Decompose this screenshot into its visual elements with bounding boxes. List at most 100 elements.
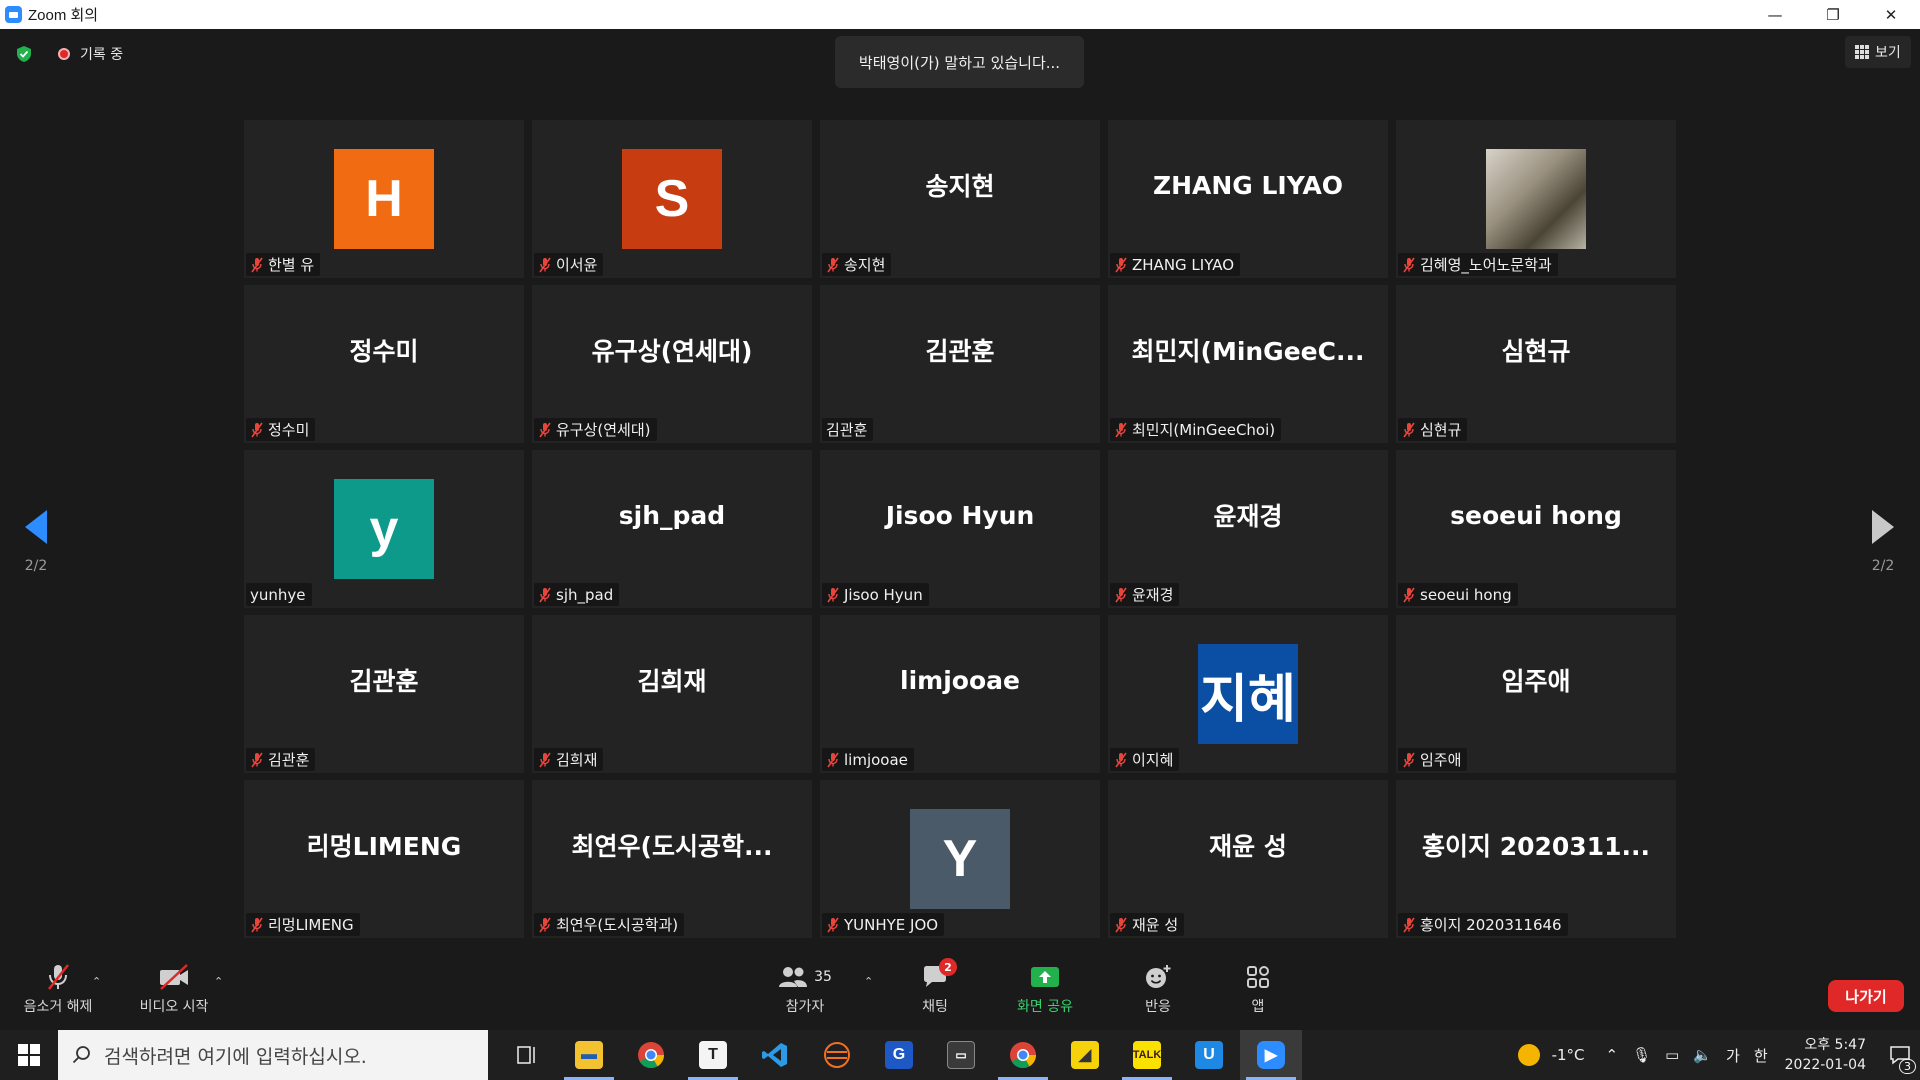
- participant-nameplate: 이지혜: [1110, 748, 1180, 771]
- apps-button[interactable]: 앱: [1240, 958, 1276, 1026]
- participant-tile[interactable]: S 이서윤: [532, 120, 812, 278]
- participant-tile[interactable]: limjooae limjooae: [820, 615, 1100, 773]
- participant-avatar-area: [1396, 120, 1676, 250]
- participant-tile[interactable]: 최연우(도시공학... 최연우(도시공학과): [532, 780, 812, 938]
- participant-tile[interactable]: Y YUNHYE JOO: [820, 780, 1100, 938]
- participant-nameplate: ZHANG LIYAO: [1110, 253, 1241, 276]
- chrome-profile-icon[interactable]: [992, 1030, 1054, 1080]
- start-video-button[interactable]: 비디오 시작: [130, 958, 218, 1026]
- chrome-icon[interactable]: [620, 1030, 682, 1080]
- participant-tile[interactable]: 심현규 심현규: [1396, 285, 1676, 443]
- participant-tile[interactable]: Jisoo Hyun Jisoo Hyun: [820, 450, 1100, 608]
- chevron-up-icon[interactable]: ⌃: [1606, 1046, 1619, 1064]
- file-explorer-icon[interactable]: ▬: [558, 1030, 620, 1080]
- kakaotalk-icon[interactable]: TALK: [1116, 1030, 1178, 1080]
- participant-nameplate: yunhye: [246, 583, 312, 606]
- view-button[interactable]: 보기: [1845, 36, 1911, 68]
- terminal-icon[interactable]: ▭: [930, 1030, 992, 1080]
- participant-tile[interactable]: 윤재경 윤재경: [1108, 450, 1388, 608]
- participant-tile[interactable]: 정수미 정수미: [244, 285, 524, 443]
- mic-muted-icon: [1403, 587, 1415, 602]
- ime-mode[interactable]: 가: [1726, 1045, 1740, 1066]
- gallery-grid: H 한별 유 S 이서윤 송지현 송지현 ZHANG LIYAO ZHANG LIYAO 김혜영…: [244, 120, 1676, 938]
- participant-tile[interactable]: 김관훈 김관훈: [244, 615, 524, 773]
- participant-nameplate: 임주애: [1398, 748, 1468, 771]
- typora-icon[interactable]: T: [682, 1030, 744, 1080]
- mic-muted-icon: [1115, 422, 1127, 437]
- participant-tile[interactable]: 지혜 이지혜: [1108, 615, 1388, 773]
- participant-name: limjooae: [844, 750, 908, 769]
- temperature[interactable]: -1°C: [1552, 1046, 1585, 1064]
- participant-nameplate: 정수미: [246, 418, 316, 441]
- participant-nameplate: 김관훈: [822, 418, 874, 441]
- ime-language[interactable]: 한: [1754, 1045, 1768, 1066]
- microphone-tray-icon[interactable]: 🎙: [1632, 1046, 1651, 1064]
- leave-button[interactable]: 나가기: [1828, 980, 1904, 1012]
- grid-view-icon: [1855, 45, 1869, 59]
- participant-nameplate: 김혜영_노어노문학과: [1398, 253, 1558, 276]
- weather-sun-icon[interactable]: [1517, 1044, 1540, 1066]
- eclipse-icon[interactable]: [806, 1030, 868, 1080]
- participant-tile[interactable]: 재윤 성 재윤 성: [1108, 780, 1388, 938]
- vscode-icon[interactable]: [744, 1030, 806, 1080]
- smiley-plus-icon: [1144, 958, 1172, 996]
- next-page-button[interactable]: 2/2: [1848, 480, 1918, 580]
- participant-nameplate: YUNHYE JOO: [822, 913, 945, 936]
- participant-display-name: 최연우(도시공학...: [571, 832, 773, 861]
- unmute-button[interactable]: 음소거 해제: [14, 958, 102, 1026]
- share-screen-button[interactable]: 화면 공유: [1005, 958, 1085, 1026]
- participant-name: 송지현: [844, 256, 886, 274]
- active-speaker-banner: 박태영이(가) 말하고 있습니다...: [835, 36, 1084, 88]
- minimize-button[interactable]: —: [1746, 0, 1804, 29]
- battery-icon[interactable]: ▭: [1665, 1046, 1679, 1064]
- participant-tile[interactable]: 송지현 송지현: [820, 120, 1100, 278]
- participant-nameplate: 이서윤: [534, 253, 604, 276]
- messenger-app-icon[interactable]: U: [1178, 1030, 1240, 1080]
- participants-options-caret-icon[interactable]: ⌃: [864, 975, 873, 988]
- participant-name: yunhye: [250, 585, 306, 604]
- participant-tile[interactable]: 홍이지 2020311... 홍이지 2020311646: [1396, 780, 1676, 938]
- participant-tile[interactable]: ZHANG LIYAO ZHANG LIYAO: [1108, 120, 1388, 278]
- participant-tile[interactable]: 김관훈 김관훈: [820, 285, 1100, 443]
- restore-button[interactable]: ❐: [1804, 0, 1862, 29]
- mic-muted-icon: [827, 917, 839, 932]
- apps-icon: [1245, 958, 1271, 996]
- participant-tile[interactable]: 김희재 김희재: [532, 615, 812, 773]
- taskbar-apps: ▬ T G ▭ ◢ TALK U ▶: [496, 1030, 1302, 1080]
- clock[interactable]: 오후 5:47 2022-01-04: [1785, 1035, 1866, 1075]
- participant-tile[interactable]: sjh_pad sjh_pad: [532, 450, 812, 608]
- reactions-button[interactable]: 반응: [1130, 958, 1186, 1026]
- participant-avatar-area: Y: [820, 780, 1100, 910]
- close-button[interactable]: ✕: [1862, 0, 1920, 29]
- participants-button[interactable]: 35 참가자: [770, 958, 840, 1026]
- volume-icon[interactable]: 🔈: [1693, 1046, 1712, 1064]
- sticky-notes-icon[interactable]: ◢: [1054, 1030, 1116, 1080]
- start-button[interactable]: [0, 1030, 58, 1080]
- participant-avatar-area: S: [532, 120, 812, 250]
- video-options-caret-icon[interactable]: ⌃: [214, 975, 223, 988]
- participant-tile[interactable]: seoeui hong seoeui hong: [1396, 450, 1676, 608]
- audio-options-caret-icon[interactable]: ⌃: [92, 975, 101, 988]
- participant-tile[interactable]: y yunhye: [244, 450, 524, 608]
- taskbar-search[interactable]: 검색하려면 여기에 입력하십시오.: [58, 1030, 488, 1080]
- task-view-icon[interactable]: [496, 1030, 558, 1080]
- participant-tile[interactable]: 임주애 임주애: [1396, 615, 1676, 773]
- participant-tile[interactable]: 유구상(연세대) 유구상(연세대): [532, 285, 812, 443]
- mic-muted-icon: [251, 752, 263, 767]
- participant-tile[interactable]: 리멍LIMENG 리멍LIMENG: [244, 780, 524, 938]
- participant-tile[interactable]: 김혜영_노어노문학과: [1396, 120, 1676, 278]
- mic-muted-icon: [827, 752, 839, 767]
- zoom-taskbar-icon[interactable]: ▶: [1240, 1030, 1302, 1080]
- participant-tile[interactable]: H 한별 유: [244, 120, 524, 278]
- chat-button[interactable]: 2 채팅: [905, 958, 965, 1026]
- participant-name: 홍이지 2020311646: [1420, 916, 1562, 934]
- notification-center-button[interactable]: 3: [1880, 1030, 1920, 1080]
- recording-label[interactable]: 기록 중: [80, 44, 123, 64]
- arrow-right-icon: [1872, 510, 1894, 544]
- hangul-office-icon[interactable]: G: [868, 1030, 930, 1080]
- previous-page-button[interactable]: 2/2: [1, 480, 71, 580]
- shield-icon[interactable]: [15, 45, 33, 63]
- participant-display-name: 홍이지 2020311...: [1422, 832, 1650, 861]
- participant-nameplate: Jisoo Hyun: [822, 583, 929, 606]
- participant-tile[interactable]: 최민지(MinGeeC... 최민지(MinGeeChoi): [1108, 285, 1388, 443]
